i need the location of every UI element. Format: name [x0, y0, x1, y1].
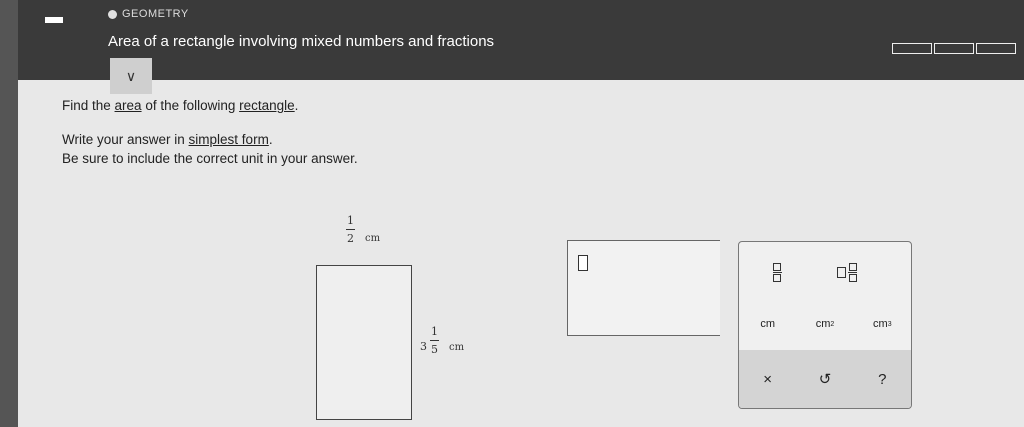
unit-cm3-label: cm	[873, 318, 888, 330]
subject-text: GEOMETRY	[122, 8, 189, 20]
header-bar: GEOMETRY Area of a rectangle involving m…	[18, 0, 1024, 80]
height-whole: 3	[420, 340, 427, 353]
menu-button[interactable]	[18, 0, 90, 48]
question-text: Find the	[62, 98, 115, 113]
question-text: of the following	[141, 98, 240, 113]
hamburger-icon	[45, 17, 63, 31]
question-line-1: Find the area of the following rectangle…	[62, 98, 298, 113]
undo-icon: ↺	[818, 371, 832, 388]
question-text: Write your answer in	[62, 132, 189, 147]
height-numerator: 1	[431, 325, 438, 338]
width-unit: cm	[365, 233, 381, 244]
fraction-button[interactable]	[757, 260, 797, 284]
chevron-down-icon: ∨	[125, 67, 137, 84]
subject-label: GEOMETRY	[108, 8, 189, 20]
palette-footer: × ↺ ?	[739, 350, 911, 408]
question-text: .	[294, 98, 299, 113]
undo-button[interactable]: ↺	[805, 367, 845, 391]
progress-indicator	[892, 43, 1016, 54]
rectangle-link[interactable]: rectangle	[239, 98, 295, 113]
question-line-2: Write your answer in simplest form.	[62, 132, 273, 147]
height-unit: cm	[449, 342, 465, 353]
answer-input[interactable]	[567, 240, 720, 336]
width-numerator: 1	[347, 214, 354, 227]
area-link[interactable]: area	[115, 98, 142, 113]
mixed-number-button[interactable]	[827, 260, 867, 284]
question-text: .	[268, 132, 273, 147]
unit-cm-button[interactable]: cm	[748, 312, 788, 336]
unit-cm3-button[interactable]: cm 3	[862, 312, 902, 336]
unit-cm-label: cm	[760, 318, 775, 330]
progress-segment	[892, 43, 932, 54]
width-denominator: 2	[347, 232, 354, 245]
height-denominator: 5	[431, 343, 438, 356]
help-button[interactable]: ?	[862, 367, 902, 391]
width-fraction: 1 2	[346, 214, 355, 245]
progress-segment	[934, 43, 974, 54]
clear-button[interactable]: ×	[748, 367, 788, 391]
unit-cm3-exponent: 3	[887, 320, 892, 328]
input-cursor-box	[578, 255, 588, 271]
unit-cm2-label: cm	[815, 318, 831, 330]
height-fraction: 1 5	[430, 325, 439, 356]
mixed-number-icon	[837, 262, 857, 282]
question-line-3: Be sure to include the correct unit in y…	[62, 151, 358, 166]
page-title: Area of a rectangle involving mixed numb…	[108, 33, 495, 50]
close-icon: ×	[763, 370, 773, 388]
collapse-button[interactable]: ∨	[110, 58, 152, 94]
math-palette: cm cm 2 cm 3 × ↺ ?	[738, 241, 912, 409]
rectangle-figure	[316, 265, 412, 420]
simplest-form-link[interactable]: simplest form	[189, 132, 269, 147]
unit-cm2-button[interactable]: cm 2	[805, 312, 845, 336]
fraction-icon	[772, 262, 782, 282]
help-icon: ?	[878, 370, 887, 388]
subject-dot-icon	[108, 9, 117, 19]
progress-segment	[976, 43, 1016, 54]
unit-cm2-exponent: 2	[830, 320, 835, 328]
left-edge-strip	[0, 0, 18, 427]
